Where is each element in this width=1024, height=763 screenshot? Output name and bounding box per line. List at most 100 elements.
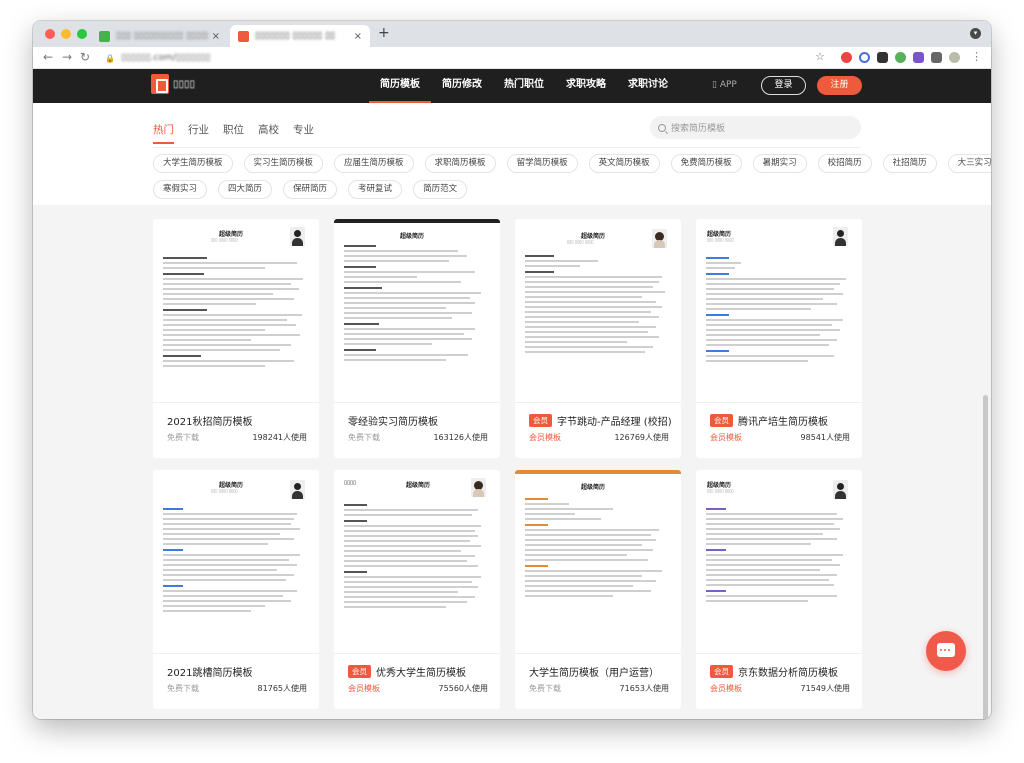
extension-icon[interactable] xyxy=(877,52,888,63)
template-thumbnail: 超级简历 ▯▯▯ ▯▯▯▯ ▯▯▯▯ xyxy=(696,470,862,654)
more-menu-icon[interactable]: ⋮ xyxy=(971,50,982,63)
template-card[interactable]: 超级简历 ▯▯▯ ▯▯▯▯ ▯▯▯▯ 会员字节跳动-产品经理 (校招) 简历 会… xyxy=(515,219,681,458)
card-title[interactable]: 2021跳槽简历模板 xyxy=(167,664,312,679)
close-window-button[interactable] xyxy=(45,29,55,39)
nav-item-templates[interactable]: 简历模板 xyxy=(369,69,431,103)
search-input[interactable]: 搜索简历模板 xyxy=(650,116,861,139)
template-card[interactable]: 超级简历 零经验实习简历模板 免费下载 163126人使用 xyxy=(334,219,500,458)
tag-chip[interactable]: 应届生简历模板 xyxy=(334,154,414,173)
tag-chip[interactable]: 保研简历 xyxy=(283,180,338,199)
thumb-name: 超级简历 xyxy=(406,482,431,489)
template-card[interactable]: 超级简历 ▯▯▯ ▯▯▯▯ ▯▯▯▯ 会员 腾讯产培生简历模板 会员模板 98541… xyxy=(696,219,862,458)
minimize-window-button[interactable] xyxy=(61,29,71,39)
extension-icon[interactable] xyxy=(841,52,852,63)
card-title-text: 2021秋招简历模板 xyxy=(167,417,253,428)
card-title[interactable]: 会员 腾讯产培生简历模板 xyxy=(710,413,855,428)
template-card[interactable]: 超级简历 ▯▯▯ ▯▯▯▯ ▯▯▯▯ 2021秋招简历模板 免费下载 198241… xyxy=(153,219,319,458)
tab-search-icon[interactable]: ▾ xyxy=(970,28,981,39)
avatar[interactable] xyxy=(949,52,960,63)
tab-close-icon[interactable]: × xyxy=(354,31,362,42)
vip-badge: 会员 xyxy=(348,665,371,678)
card-title[interactable]: 会员 优秀大学生简历模板 xyxy=(348,664,493,679)
browser-tab-1[interactable]: ▯▯▯ ▯▯▯▯▯▯▯▯▯▯ ▯▯▯▯▯▯▯ × xyxy=(91,25,228,47)
category-tab-hot[interactable]: 热门 xyxy=(153,122,174,144)
forward-icon[interactable]: → xyxy=(62,50,72,64)
nav-item-jobs[interactable]: 热门职位 xyxy=(493,69,555,103)
app-link[interactable]: ▯ APP xyxy=(712,80,737,90)
tag-chip[interactable]: 求职简历模板 xyxy=(424,154,496,173)
bookmark-star-icon[interactable]: ☆ xyxy=(815,50,825,63)
search-placeholder: 搜索简历模板 xyxy=(671,124,726,134)
thumb-contact: ▯▯▯ ▯▯▯▯ ▯▯▯▯ xyxy=(567,239,594,244)
tag-chip[interactable]: 暑期实习 xyxy=(752,154,807,173)
usage-count: 98541人使用 xyxy=(800,433,850,442)
tag-chip[interactable]: 大学生简历模板 xyxy=(153,154,233,173)
card-meta: 会员模板 126769人使用 xyxy=(529,432,669,443)
category-tab-industry[interactable]: 行业 xyxy=(188,122,209,144)
tag-chip[interactable]: 大三实习 xyxy=(947,154,991,173)
tag-chip[interactable]: 校招简历 xyxy=(817,154,872,173)
nav-item-revise[interactable]: 简历修改 xyxy=(431,69,493,103)
card-meta: 免费下载 71653人使用 xyxy=(529,683,669,694)
tag-chip[interactable]: 实习生简历模板 xyxy=(243,154,324,173)
card-title[interactable]: 会员 京东数据分析简历模板 xyxy=(710,664,855,679)
category-tab-major[interactable]: 专业 xyxy=(293,122,314,144)
back-icon[interactable]: ← xyxy=(43,50,53,64)
tag-row: 寒假实习 四大简历 保研简历 考研复试 简历范文 xyxy=(153,180,865,199)
chat-button[interactable] xyxy=(926,631,966,671)
card-title-text: 字节跳动-产品经理 (校招) 简历 xyxy=(557,417,674,428)
tag-chip[interactable]: 留学简历模板 xyxy=(506,154,578,173)
category-tab-university[interactable]: 高校 xyxy=(258,122,279,144)
reload-icon[interactable]: ↻ xyxy=(80,50,90,64)
template-thumbnail: 超级简历 ▯▯▯ ▯▯▯▯ ▯▯▯▯ xyxy=(515,219,681,403)
thumb-contact: ▯▯▯ ▯▯▯▯ ▯▯▯▯ xyxy=(707,237,734,242)
logo-text: ▯▯▯▯ xyxy=(173,78,196,90)
register-button[interactable]: 注册 xyxy=(817,76,862,95)
avatar xyxy=(833,480,848,499)
card-title[interactable]: 2021秋招简历模板 xyxy=(167,413,312,428)
usage-count: 71549人使用 xyxy=(800,684,850,693)
category-tab-position[interactable]: 职位 xyxy=(223,122,244,144)
tab-close-icon[interactable]: × xyxy=(212,31,220,42)
new-tab-button[interactable]: + xyxy=(378,25,390,41)
tag-chip[interactable]: 英文简历模板 xyxy=(588,154,660,173)
filter-area: 热门 行业 职位 高校 专业 搜索简历模板 大学生简历模板 实习生简历模板 应届生简… xyxy=(33,103,991,205)
chat-dots xyxy=(940,649,950,651)
template-thumbnail: 超级简历 xyxy=(334,219,500,403)
nav-item-discussion[interactable]: 求职讨论 xyxy=(617,69,679,103)
tag-chip[interactable]: 四大简历 xyxy=(218,180,273,199)
tag-chip[interactable]: 考研复试 xyxy=(348,180,403,199)
tag-chip[interactable]: 简历范文 xyxy=(413,180,468,199)
scrollbar[interactable] xyxy=(983,395,988,719)
extension-icon[interactable] xyxy=(859,52,870,63)
extension-icon[interactable] xyxy=(913,52,924,63)
usage-count: 71653人使用 xyxy=(619,684,669,693)
thumb-name: 超级简历 xyxy=(400,233,425,240)
usage-count: 198241人使用 xyxy=(252,433,307,442)
template-card[interactable]: 超级简历 大学生简历模板（用户运营） 免费下载 71653人使用 xyxy=(515,470,681,709)
card-title[interactable]: 大学生简历模板（用户运营） xyxy=(529,664,674,679)
template-grid: 超级简历 ▯▯▯ ▯▯▯▯ ▯▯▯▯ 2021秋招简历模板 免费下载 198241… xyxy=(33,205,991,719)
puzzle-icon[interactable] xyxy=(931,52,942,63)
download-label: 免费下载 xyxy=(167,684,199,693)
tag-chip[interactable]: 免费简历模板 xyxy=(670,154,742,173)
template-card[interactable]: 超级简历 ▯▯▯ ▯▯▯▯ ▯▯▯▯ 2021跳槽简历模板 免费下载 81765人… xyxy=(153,470,319,709)
usage-count: 126769人使用 xyxy=(614,433,669,442)
maximize-window-button[interactable] xyxy=(77,29,87,39)
tag-chip[interactable]: 社招简历 xyxy=(882,154,937,173)
tag-chip[interactable]: 寒假实习 xyxy=(153,180,208,199)
address-bar[interactable]: 🔒 ▯▯▯▯▯▯.com/▯▯▯▯▯▯▯ xyxy=(99,50,819,66)
card-title[interactable]: 会员字节跳动-产品经理 (校招) 简历 xyxy=(529,413,674,428)
template-card[interactable]: 超级简历 ▯▯▯ ▯▯▯▯ ▯▯▯▯ 会员 京东数据分析简历模板 会员模板 7154… xyxy=(696,470,862,709)
thumb-lines xyxy=(706,508,852,605)
nav-item-guides[interactable]: 求职攻略 xyxy=(555,69,617,103)
browser-tab-2[interactable]: ▯▯▯▯▯▯▯ ▯▯▯▯▯▯ ▯▯ × xyxy=(230,25,370,47)
browser-toolbar: ← → ↻ 🔒 ▯▯▯▯▯▯.com/▯▯▯▯▯▯▯ ☆ ⋮ xyxy=(33,47,991,69)
card-title[interactable]: 零经验实习简历模板 xyxy=(348,413,493,428)
template-card[interactable]: ▯▯▯▯ 超级简历 会员 优秀大学生简历模板 会员模板 75560人使用 xyxy=(334,470,500,709)
site-logo[interactable]: ▯▯▯▯ xyxy=(151,74,195,94)
card-title-text: 零经验实习简历模板 xyxy=(348,417,438,428)
vip-badge: 会员 xyxy=(710,414,733,427)
extension-icon[interactable] xyxy=(895,52,906,63)
login-button[interactable]: 登录 xyxy=(761,76,806,95)
